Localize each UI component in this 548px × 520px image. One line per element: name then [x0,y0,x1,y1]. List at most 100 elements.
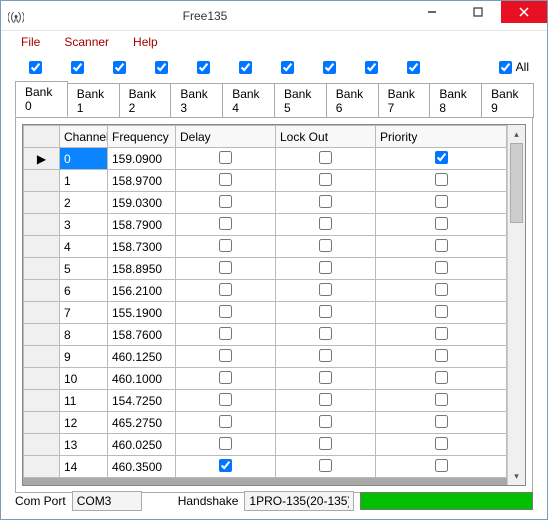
cell-lockout[interactable] [276,214,376,236]
priority-checkbox[interactable] [435,349,448,362]
cell-delay[interactable] [176,434,276,456]
comport-field[interactable] [72,491,142,511]
tab-bank-0[interactable]: Bank 0 [15,81,68,117]
cell-lockout[interactable] [276,390,376,412]
lockout-checkbox[interactable] [319,459,332,472]
scroll-thumb[interactable] [510,143,523,223]
bank-check-2[interactable] [113,61,126,74]
table-row[interactable]: 1158.9700 [24,170,507,192]
cell-priority[interactable] [376,456,507,478]
cell-delay[interactable] [176,258,276,280]
tab-bank-1[interactable]: Bank 1 [67,83,120,118]
priority-checkbox[interactable] [435,173,448,186]
cell-priority[interactable] [376,280,507,302]
col-lockout[interactable]: Lock Out [276,126,376,148]
cell-delay[interactable] [176,412,276,434]
cell-frequency[interactable]: 159.0900 [108,148,176,170]
priority-checkbox[interactable] [435,371,448,384]
lockout-checkbox[interactable] [319,327,332,340]
col-frequency[interactable]: Frequency [108,126,176,148]
delay-checkbox[interactable] [219,261,232,274]
cell-lockout[interactable] [276,456,376,478]
lockout-checkbox[interactable] [319,371,332,384]
cell-delay[interactable] [176,280,276,302]
cell-delay[interactable] [176,324,276,346]
lockout-checkbox[interactable] [319,217,332,230]
cell-frequency[interactable]: 460.1250 [108,346,176,368]
bank-check-9[interactable] [407,61,420,74]
cell-lockout[interactable] [276,148,376,170]
cell-priority[interactable] [376,148,507,170]
close-button[interactable] [501,1,547,23]
cell-lockout[interactable] [276,192,376,214]
table-row[interactable]: 9460.1250 [24,346,507,368]
handshake-field[interactable] [244,491,354,511]
table-row[interactable]: 10460.1000 [24,368,507,390]
lockout-checkbox[interactable] [319,415,332,428]
cell-channel[interactable]: 6 [60,280,108,302]
col-channel[interactable]: Channel [60,126,108,148]
table-row[interactable]: 6156.2100 [24,280,507,302]
table-row[interactable]: 12465.2750 [24,412,507,434]
cell-delay[interactable] [176,236,276,258]
cell-channel[interactable]: 0 [60,148,108,170]
cell-delay[interactable] [176,214,276,236]
delay-checkbox[interactable] [219,195,232,208]
lockout-checkbox[interactable] [319,173,332,186]
cell-channel[interactable]: 11 [60,390,108,412]
delay-checkbox[interactable] [219,349,232,362]
all-banks-check[interactable] [499,61,512,74]
cell-channel[interactable]: 1 [60,170,108,192]
cell-priority[interactable] [376,214,507,236]
delay-checkbox[interactable] [219,393,232,406]
scroll-down-icon[interactable]: ▾ [508,467,525,485]
channel-table[interactable]: Channel Frequency Delay Lock Out Priorit… [23,125,507,478]
cell-channel[interactable]: 14 [60,456,108,478]
tab-bank-7[interactable]: Bank 7 [378,83,431,118]
table-row[interactable]: 14460.3500 [24,456,507,478]
tab-bank-3[interactable]: Bank 3 [170,83,223,118]
delay-checkbox[interactable] [219,437,232,450]
priority-checkbox[interactable] [435,415,448,428]
priority-checkbox[interactable] [435,151,448,164]
bank-check-5[interactable] [239,61,252,74]
lockout-checkbox[interactable] [319,305,332,318]
delay-checkbox[interactable] [219,283,232,296]
table-row[interactable]: ▶0159.0900 [24,148,507,170]
table-row[interactable]: 2159.0300 [24,192,507,214]
lockout-checkbox[interactable] [319,151,332,164]
delay-checkbox[interactable] [219,217,232,230]
tab-bank-6[interactable]: Bank 6 [326,83,379,118]
cell-priority[interactable] [376,434,507,456]
scroll-up-icon[interactable]: ▴ [508,125,525,143]
cell-priority[interactable] [376,346,507,368]
lockout-checkbox[interactable] [319,349,332,362]
cell-channel[interactable]: 3 [60,214,108,236]
cell-frequency[interactable]: 159.0300 [108,192,176,214]
cell-delay[interactable] [176,390,276,412]
cell-priority[interactable] [376,258,507,280]
menu-scanner[interactable]: Scanner [56,33,117,51]
cell-lockout[interactable] [276,434,376,456]
cell-lockout[interactable] [276,170,376,192]
tab-bank-9[interactable]: Bank 9 [481,83,534,118]
cell-priority[interactable] [376,302,507,324]
cell-lockout[interactable] [276,258,376,280]
cell-priority[interactable] [376,390,507,412]
menu-help[interactable]: Help [125,33,166,51]
cell-channel[interactable]: 4 [60,236,108,258]
cell-frequency[interactable]: 154.7250 [108,390,176,412]
cell-frequency[interactable]: 158.7300 [108,236,176,258]
priority-checkbox[interactable] [435,459,448,472]
delay-checkbox[interactable] [219,459,232,472]
cell-priority[interactable] [376,170,507,192]
cell-frequency[interactable]: 155.1900 [108,302,176,324]
lockout-checkbox[interactable] [319,239,332,252]
priority-checkbox[interactable] [435,283,448,296]
table-row[interactable]: 11154.7250 [24,390,507,412]
bank-check-1[interactable] [71,61,84,74]
lockout-checkbox[interactable] [319,393,332,406]
cell-channel[interactable]: 13 [60,434,108,456]
tab-bank-2[interactable]: Bank 2 [119,83,172,118]
table-row[interactable]: 8158.7600 [24,324,507,346]
